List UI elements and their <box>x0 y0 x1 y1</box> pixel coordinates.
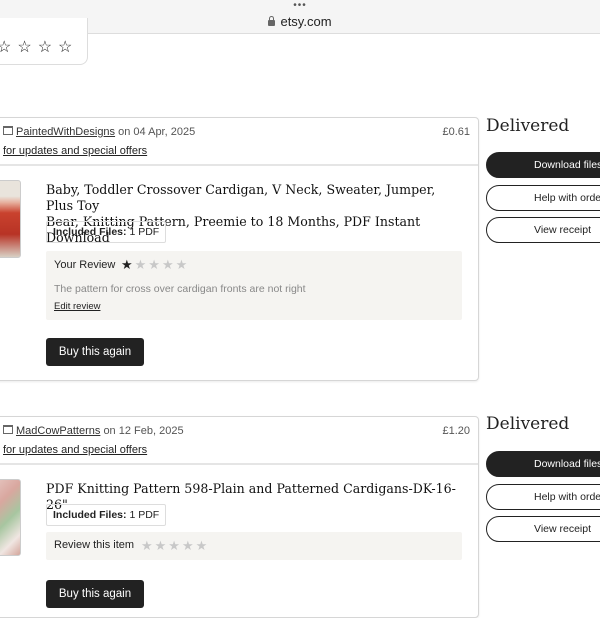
view-receipt-button[interactable]: View receipt <box>486 516 600 542</box>
star-rating-icons[interactable]: ☆☆☆☆ <box>0 37 78 57</box>
included-files-pill: Included Files: 1 PDF <box>46 221 167 243</box>
star-rating-icons[interactable]: ★★★★★ <box>141 538 209 554</box>
help-with-order-button[interactable]: Help with order <box>486 185 600 211</box>
download-files-button[interactable]: Download files <box>486 152 600 178</box>
review-stub-card: ☆☆☆☆ <box>0 18 88 65</box>
order-header: PaintedWithDesigns on 04 Apr, 2025 £0.61… <box>0 118 478 166</box>
product-title-line: Baby, Toddler Crossover Cardigan, V Neck… <box>46 182 436 213</box>
review-this-item-box[interactable]: Review this item ★★★★★ <box>46 532 462 560</box>
order-price: £0.61 <box>442 126 470 138</box>
updates-link[interactable]: for updates and special offers <box>3 145 147 157</box>
url-text: etsy.com <box>280 14 332 29</box>
order-card: MadCowPatterns on 12 Feb, 2025 £1.20 for… <box>0 416 479 618</box>
shop-line: MadCowPatterns on 12 Feb, 2025 <box>3 425 184 437</box>
review-label: Your Review <box>54 259 116 271</box>
order-date: on 04 Apr, 2025 <box>118 126 196 138</box>
included-files-value: 1 PDF <box>129 509 160 521</box>
order-card: PaintedWithDesigns on 04 Apr, 2025 £0.61… <box>0 117 479 381</box>
order-header: MadCowPatterns on 12 Feb, 2025 £1.20 for… <box>0 417 478 465</box>
order-date: on 12 Feb, 2025 <box>103 425 184 437</box>
order-status: Delivered <box>486 116 570 136</box>
review-label: Review this item <box>54 539 135 551</box>
help-with-order-button[interactable]: Help with order <box>486 484 600 510</box>
shop-line: PaintedWithDesigns on 04 Apr, 2025 <box>3 126 195 138</box>
product-thumbnail[interactable] <box>0 180 21 258</box>
product-thumbnail[interactable] <box>0 479 21 556</box>
order-status: Delivered <box>486 414 570 434</box>
shop-name-link[interactable]: MadCowPatterns <box>16 425 100 437</box>
included-files-label: Included Files: <box>53 226 127 238</box>
buy-again-button[interactable]: Buy this again <box>46 580 144 608</box>
included-files-value: 1 PDF <box>129 226 160 238</box>
your-review-box: Your Review ★★★★★ The pattern for cross … <box>46 251 462 320</box>
view-receipt-button[interactable]: View receipt <box>486 217 600 243</box>
shop-name-link[interactable]: PaintedWithDesigns <box>16 126 115 138</box>
lock-icon <box>268 16 276 26</box>
address-bar[interactable]: etsy.com <box>0 14 600 29</box>
included-files-pill: Included Files: 1 PDF <box>46 504 167 526</box>
review-text: The pattern for cross over cardigan fron… <box>54 283 306 295</box>
buy-again-button[interactable]: Buy this again <box>46 338 144 366</box>
more-dots-icon[interactable]: ••• <box>293 1 307 11</box>
edit-review-link[interactable]: Edit review <box>54 301 100 312</box>
download-files-button[interactable]: Download files <box>486 451 600 477</box>
star-rating-icons: ★★★★★ <box>121 257 190 272</box>
shop-icon <box>3 425 13 434</box>
browser-top-bar: ••• etsy.com <box>0 0 600 34</box>
included-files-label: Included Files: <box>53 509 127 521</box>
order-price: £1.20 <box>442 425 470 437</box>
updates-link[interactable]: for updates and special offers <box>3 444 147 456</box>
shop-icon <box>3 126 13 135</box>
